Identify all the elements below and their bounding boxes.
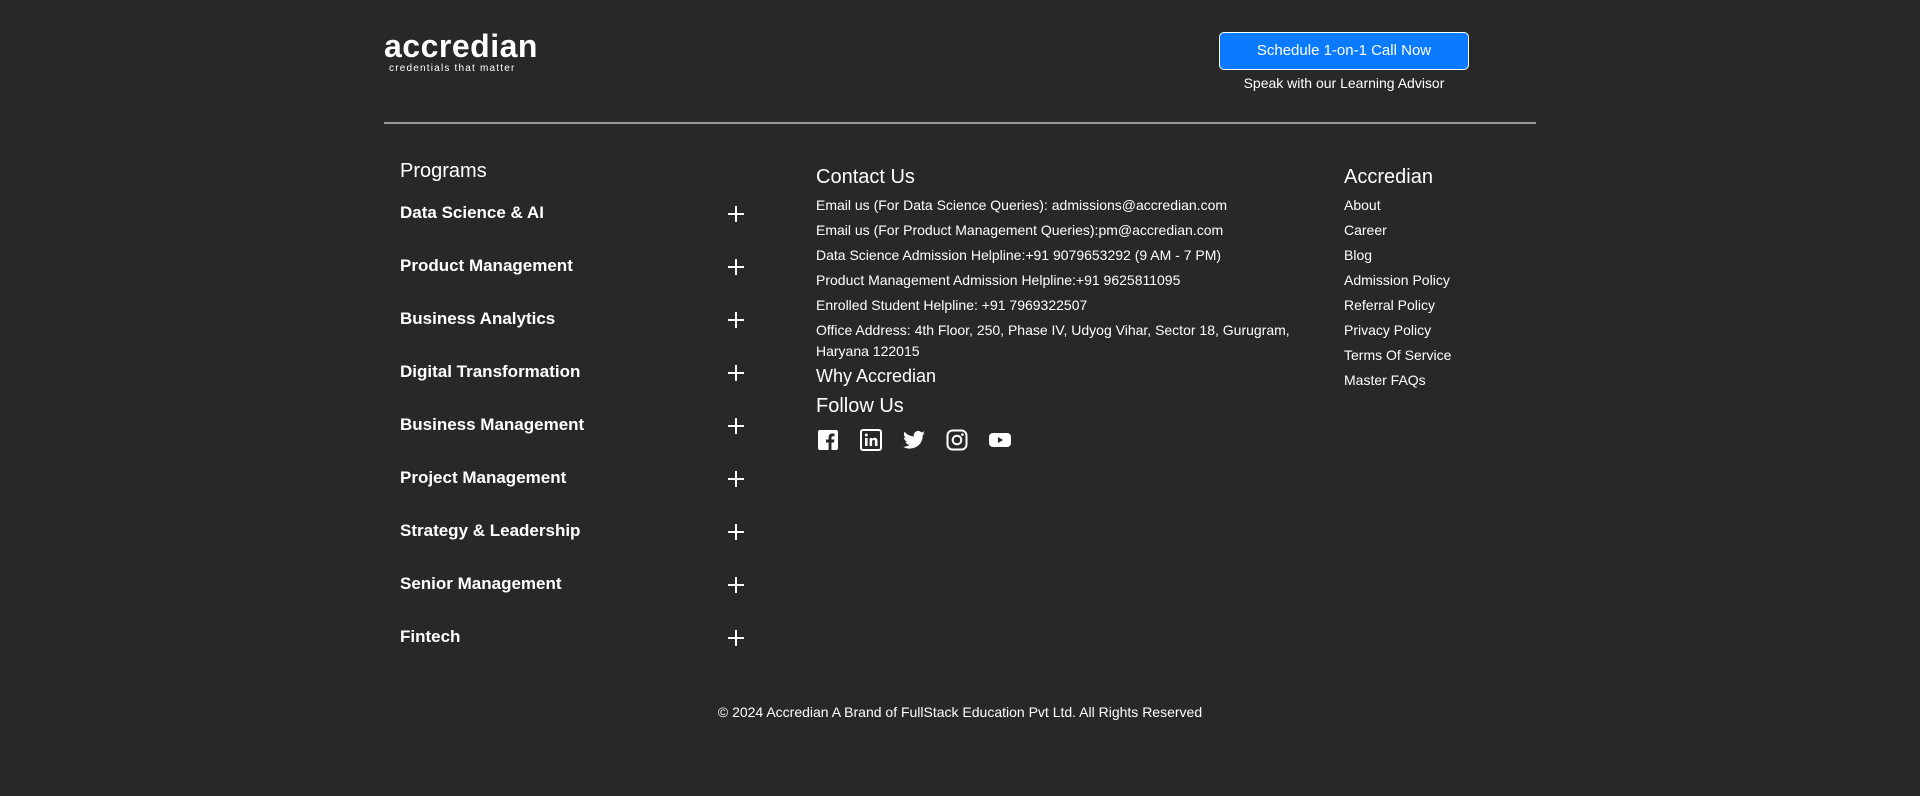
program-item-digital-transformation[interactable]: Digital Transformation bbox=[400, 361, 750, 414]
contact-lines: Email us (For Data Science Queries): adm… bbox=[816, 195, 1296, 362]
contact-helpline-enrolled[interactable]: Enrolled Student Helpline: +91 796932250… bbox=[816, 295, 1296, 316]
program-label: Project Management bbox=[400, 468, 567, 487]
social-links bbox=[816, 428, 1296, 454]
header-divider bbox=[384, 122, 1536, 124]
program-item-senior-management[interactable]: Senior Management bbox=[400, 573, 750, 626]
program-item-business-analytics[interactable]: Business Analytics bbox=[400, 308, 750, 361]
program-label: Digital Transformation bbox=[400, 362, 581, 381]
contact-office-address: Office Address: 4th Floor, 250, Phase IV… bbox=[816, 322, 1290, 359]
plus-icon[interactable] bbox=[728, 365, 744, 381]
logo-tagline: credentials that matter bbox=[389, 63, 516, 74]
link-blog[interactable]: Blog bbox=[1344, 245, 1534, 266]
accredian-links: About Career Blog Admission Policy Refer… bbox=[1344, 195, 1534, 391]
programs-column: Programs Data Science & AI Product Manag… bbox=[400, 160, 750, 646]
link-terms-of-service[interactable]: Terms Of Service bbox=[1344, 345, 1534, 366]
why-accredian-link[interactable]: Why Accredian bbox=[816, 366, 1296, 387]
facebook-icon[interactable] bbox=[816, 428, 842, 454]
program-label: Fintech bbox=[400, 627, 461, 646]
link-about[interactable]: About bbox=[1344, 195, 1534, 216]
program-label: Product Management bbox=[400, 256, 573, 275]
plus-icon[interactable] bbox=[728, 312, 744, 328]
footer-container: accredian credentials that matter Schedu… bbox=[384, 0, 1536, 796]
link-admission-policy[interactable]: Admission Policy bbox=[1344, 270, 1534, 291]
contact-email-product[interactable]: Email us (For Product Management Queries… bbox=[816, 220, 1296, 241]
plus-icon[interactable] bbox=[728, 259, 744, 275]
contact-helpline-product[interactable]: Product Management Admission Helpline:+9… bbox=[816, 270, 1296, 291]
plus-icon[interactable] bbox=[728, 577, 744, 593]
program-label: Strategy & Leadership bbox=[400, 521, 581, 540]
contact-helpline-data-science[interactable]: Data Science Admission Helpline:+91 9079… bbox=[816, 245, 1296, 266]
contact-column: Contact Us Email us (For Data Science Qu… bbox=[816, 166, 1296, 454]
program-item-fintech[interactable]: Fintech bbox=[400, 626, 750, 679]
plus-icon[interactable] bbox=[728, 418, 744, 434]
plus-icon[interactable] bbox=[728, 524, 744, 540]
link-referral-policy[interactable]: Referral Policy bbox=[1344, 295, 1534, 316]
program-item-strategy-leadership[interactable]: Strategy & Leadership bbox=[400, 520, 750, 573]
link-privacy-policy[interactable]: Privacy Policy bbox=[1344, 320, 1534, 341]
program-label: Data Science & AI bbox=[400, 203, 544, 222]
program-item-data-science[interactable]: Data Science & AI bbox=[400, 202, 750, 255]
programs-list: Data Science & AI Product Management Bus… bbox=[400, 202, 750, 679]
cta-block: Schedule 1-on-1 Call Now Speak with our … bbox=[1219, 32, 1469, 91]
program-label: Senior Management bbox=[400, 574, 562, 593]
program-item-business-management[interactable]: Business Management bbox=[400, 414, 750, 467]
logo-wordmark: accredian bbox=[384, 28, 538, 64]
program-label: Business Management bbox=[400, 415, 585, 434]
follow-us-title: Follow Us bbox=[816, 395, 904, 417]
copyright-text: © 2024 Accredian A Brand of FullStack Ed… bbox=[717, 704, 1203, 720]
program-item-product-management[interactable]: Product Management bbox=[400, 255, 750, 308]
accredian-title: Accredian bbox=[1344, 166, 1433, 188]
programs-title: Programs bbox=[400, 160, 487, 182]
contact-email-data-science[interactable]: Email us (For Data Science Queries): adm… bbox=[816, 195, 1296, 216]
program-label: Business Analytics bbox=[400, 309, 556, 328]
cta-subtext: Speak with our Learning Advisor bbox=[1243, 75, 1445, 91]
twitter-icon[interactable] bbox=[902, 428, 928, 454]
plus-icon[interactable] bbox=[728, 471, 744, 487]
youtube-icon[interactable] bbox=[988, 428, 1014, 454]
instagram-icon[interactable] bbox=[945, 428, 971, 454]
link-career[interactable]: Career bbox=[1344, 220, 1534, 241]
program-item-project-management[interactable]: Project Management bbox=[400, 467, 750, 520]
accredian-column: Accredian About Career Blog Admission Po… bbox=[1344, 166, 1534, 395]
link-master-faqs[interactable]: Master FAQs bbox=[1344, 370, 1534, 391]
plus-icon[interactable] bbox=[728, 206, 744, 222]
plus-icon[interactable] bbox=[728, 630, 744, 646]
accredian-logo[interactable]: accredian credentials that matter bbox=[384, 30, 538, 74]
contact-title: Contact Us bbox=[816, 166, 915, 188]
linkedin-icon[interactable] bbox=[859, 428, 885, 454]
schedule-call-button[interactable]: Schedule 1-on-1 Call Now bbox=[1219, 32, 1469, 70]
